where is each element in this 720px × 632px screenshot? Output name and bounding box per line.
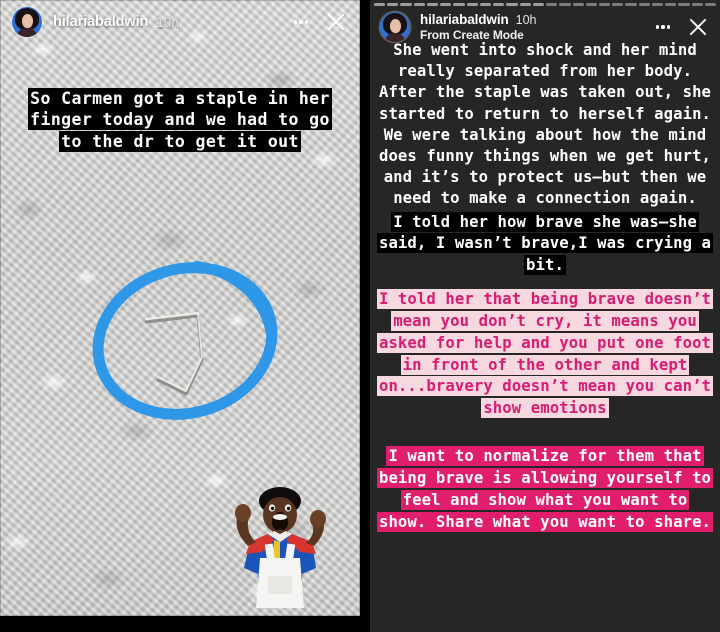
close-icon[interactable]: [324, 10, 348, 34]
progress-segment[interactable]: [426, 3, 439, 6]
progress-segment[interactable]: [651, 3, 664, 6]
blue-circle-annotation: [92, 261, 278, 420]
close-icon[interactable]: [686, 15, 710, 39]
right-username[interactable]: hilariabaldwin: [420, 12, 509, 27]
progress-segment[interactable]: [612, 3, 624, 6]
progress-segment[interactable]: [493, 3, 505, 6]
progress-segment[interactable]: [638, 3, 650, 6]
right-header-line1: hilariabaldwin 10h: [420, 12, 536, 27]
avatar[interactable]: [12, 7, 42, 37]
left-timestamp: 10h: [156, 14, 179, 30]
more-options-icon[interactable]: [652, 16, 674, 38]
right-header-meta: hilariabaldwin 10h From Create Mode: [420, 12, 536, 42]
paragraph-black-highlight: I told her how brave she was—she said, I…: [376, 211, 714, 277]
right-story-panel: hilariabaldwin 10h From Create Mode She …: [370, 0, 720, 632]
left-story-header: hilariabaldwin 10h: [0, 0, 360, 44]
paragraph-plain-text: She went into shock and her mind really …: [378, 41, 712, 208]
left-username[interactable]: hilariabaldwin: [53, 14, 148, 30]
avatar-face: [389, 19, 401, 33]
paragraph-light-pink-text: I told her that being brave doesn’t mean…: [376, 289, 714, 419]
progress-segment[interactable]: [625, 3, 637, 6]
paragraph-light-pink-highlight: I told her that being brave doesn’t mean…: [376, 289, 714, 420]
avatar[interactable]: [380, 12, 410, 42]
progress-segment[interactable]: [400, 3, 412, 6]
paragraph-hot-pink-highlight: I want to normalize for them that being …: [376, 446, 714, 533]
progress-segment[interactable]: [559, 3, 571, 6]
paragraph-plain: She went into shock and her mind really …: [376, 40, 714, 210]
progress-segment[interactable]: [413, 3, 425, 6]
progress-segment[interactable]: [519, 3, 531, 6]
progress-segment[interactable]: [678, 3, 690, 6]
create-mode-label: From Create Mode: [420, 28, 524, 42]
photo-bottom-bar: [0, 616, 360, 632]
more-options-icon[interactable]: [290, 11, 312, 33]
progress-segment[interactable]: [453, 3, 465, 6]
story-progress-bar[interactable]: [374, 3, 717, 6]
paragraph-hot-pink-text: I want to normalize for them that being …: [376, 446, 714, 532]
progress-segment[interactable]: [691, 3, 703, 6]
progress-segment[interactable]: [532, 3, 545, 6]
left-story-panel: So Carmen got a staple in her finger tod…: [0, 0, 360, 632]
progress-segment[interactable]: [374, 3, 386, 6]
avatar-face: [21, 14, 33, 28]
left-caption-text: So Carmen got a staple in her finger tod…: [28, 88, 332, 152]
panel-divider: [360, 0, 370, 632]
right-timestamp: 10h: [515, 13, 537, 27]
progress-segment[interactable]: [598, 3, 611, 6]
instagram-story-comparison-screen: So Carmen got a staple in her finger tod…: [0, 0, 720, 632]
right-story-text-body: She went into shock and her mind really …: [370, 36, 720, 632]
avatar-body: [385, 33, 405, 42]
progress-segment[interactable]: [479, 3, 492, 6]
progress-segment[interactable]: [387, 3, 399, 6]
progress-segment[interactable]: [466, 3, 478, 6]
right-story-header: hilariabaldwin 10h From Create Mode: [370, 9, 720, 45]
progress-segment[interactable]: [440, 3, 452, 6]
progress-segment[interactable]: [546, 3, 558, 6]
progress-segment[interactable]: [585, 3, 597, 6]
avatar-body: [17, 28, 37, 37]
progress-segment[interactable]: [704, 3, 717, 6]
left-story-caption: So Carmen got a staple in her finger tod…: [0, 88, 360, 152]
progress-segment[interactable]: [506, 3, 518, 6]
shocked-person-sticker: [235, 487, 326, 608]
progress-segment[interactable]: [572, 3, 584, 6]
progress-segment[interactable]: [665, 3, 677, 6]
paragraph-black-text: I told her how brave she was—she said, I…: [376, 211, 714, 275]
